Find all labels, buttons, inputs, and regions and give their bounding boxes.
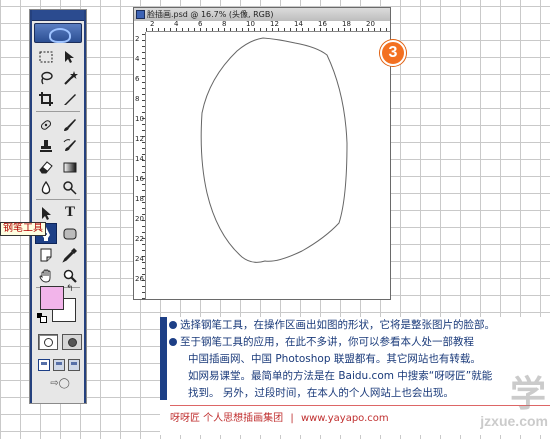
ruler-tick-label: 12 (135, 135, 144, 143)
shape-icon[interactable] (59, 223, 81, 244)
ruler-tick-label: 14 (135, 155, 144, 163)
gradient-icon[interactable] (59, 156, 81, 177)
canvas[interactable] (147, 33, 390, 299)
ruler-tick-label: 2 (150, 20, 155, 28)
slice-icon[interactable] (59, 88, 81, 109)
eraser-icon[interactable] (35, 156, 57, 177)
toolbox-divider (36, 111, 80, 112)
caption-line: 中国插画网、中国 Photoshop 联盟都有。其它网站也有转载。 (188, 353, 481, 365)
watermark-url: jzxue.com (480, 413, 548, 429)
path-selection-icon[interactable] (35, 202, 57, 223)
toolbox-divider (36, 199, 80, 200)
crop-icon[interactable] (35, 88, 57, 109)
document-title: 脸插画.psd @ 16.7% (头像, RGB) (147, 10, 274, 19)
watermark-mark: 学 (509, 373, 548, 414)
dodge-icon[interactable] (59, 177, 81, 198)
standard-screen-mode-button[interactable] (38, 359, 50, 371)
ruler-tick-label: 20 (366, 20, 375, 28)
footer-author: 呀呀匠 个人思想插画集团 (170, 413, 284, 424)
face-outline-path (200, 37, 348, 263)
ruler-tick-label: 2 (135, 35, 140, 43)
clone-stamp-icon[interactable] (35, 135, 57, 156)
eyedropper-icon[interactable] (59, 244, 81, 265)
jump-to-imageready-icon[interactable]: ⇨◯ (44, 378, 76, 392)
ruler-vertical[interactable]: 2 4 6 8 10 12 14 16 18 20 22 24 26 (134, 32, 146, 299)
photoshop-toolbox: T ↰ ⇨◯ (30, 10, 86, 403)
ruler-tick-label: 14 (294, 20, 303, 28)
healing-brush-icon[interactable] (35, 114, 57, 135)
ruler-tick-label: 10 (135, 115, 144, 123)
zoom-icon[interactable] (59, 265, 81, 286)
move-icon[interactable] (59, 46, 81, 67)
document-window: 脸插画.psd @ 16.7% (头像, RGB) 2 4 6 8 10 12 14 16 18… (133, 7, 391, 300)
ruler-horizontal[interactable]: 2 4 6 8 10 12 14 16 18 20 (146, 21, 390, 32)
ruler-tick-label: 18 (342, 20, 351, 28)
standard-mode-button[interactable] (38, 334, 58, 350)
ruler-tick-label: 6 (198, 20, 203, 28)
footer-separator: | (290, 413, 294, 424)
swap-colors-icon[interactable]: ↰ (66, 284, 74, 294)
color-swatches: ↰ (37, 284, 84, 326)
ruler-tick-label: 18 (135, 195, 144, 203)
quick-mask-mode-button[interactable] (62, 334, 82, 350)
magic-wand-icon[interactable] (59, 67, 81, 88)
ruler-tick-label: 6 (135, 75, 140, 83)
document-titlebar[interactable]: 脸插画.psd @ 16.7% (头像, RGB) (134, 8, 390, 21)
mask-mode-group (38, 334, 82, 350)
ruler-tick-label: 16 (318, 20, 327, 28)
notes-icon[interactable] (35, 244, 57, 265)
ruler-tick-label: 20 (135, 215, 144, 223)
ruler-tick-label: 26 (135, 275, 144, 283)
ruler-tick-label: 24 (135, 255, 144, 263)
footer-url-link[interactable]: www.yayapo.com (301, 413, 389, 424)
type-icon[interactable]: T (59, 202, 81, 223)
ruler-tick-label: 22 (135, 235, 144, 243)
lasso-icon[interactable] (35, 67, 57, 88)
caption-line: 至于钢笔工具的应用，在此不多讲，你可以参看本人处一部教程 (160, 334, 550, 351)
caption-line: 选择钢笔工具，在操作区画出如图的形状，它将是整张图片的脸部。 (160, 317, 550, 334)
ruler-tick-label: 8 (135, 95, 140, 103)
step-number-badge: 3 (380, 40, 406, 66)
ruler-tick-label: 12 (270, 20, 279, 28)
history-brush-icon[interactable] (59, 135, 81, 156)
marquee-icon[interactable] (35, 46, 57, 67)
foreground-color-swatch[interactable] (40, 286, 64, 310)
blur-icon[interactable] (35, 177, 57, 198)
full-screen-menubar-button[interactable] (53, 359, 65, 371)
default-colors-icon[interactable] (37, 313, 47, 323)
document-app-icon (136, 10, 145, 19)
pen-tool-tooltip: 钢笔工具 (0, 222, 46, 236)
toolbox-titlebar[interactable] (32, 10, 84, 21)
ruler-tick-label: 4 (174, 20, 179, 28)
ruler-tick-label: 16 (135, 175, 144, 183)
ruler-tick-label: 8 (222, 20, 227, 28)
screen-mode-group (38, 359, 82, 371)
photoshop-logo-icon[interactable] (34, 23, 82, 43)
full-screen-mode-button[interactable] (68, 359, 80, 371)
ruler-tick-label: 10 (246, 20, 255, 28)
ruler-tick-label: 4 (135, 55, 140, 63)
site-watermark: 学 jzxue.com (438, 375, 548, 435)
hand-icon[interactable] (35, 265, 57, 286)
brush-icon[interactable] (59, 114, 81, 135)
